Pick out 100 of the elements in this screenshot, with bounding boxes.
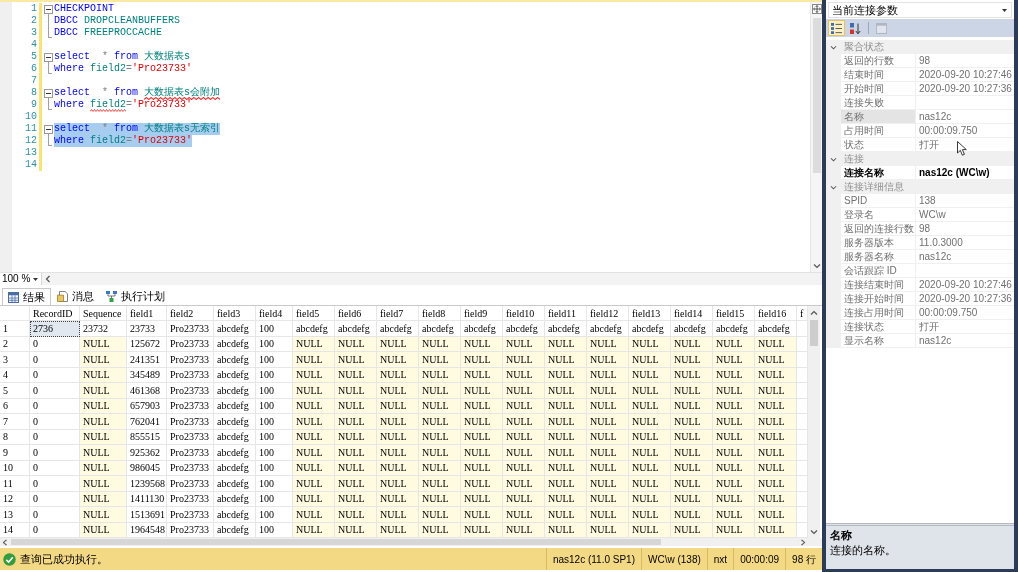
chevron-right-icon[interactable] — [800, 538, 806, 546]
table-cell: 762041 — [127, 414, 167, 430]
chevron-down-icon[interactable] — [812, 263, 821, 269]
table-cell: NULL — [587, 352, 629, 368]
zoom-dropdown[interactable]: 100 % — [0, 273, 42, 285]
property-name[interactable]: 结束时间 — [841, 68, 915, 81]
caret-down-icon — [33, 277, 38, 281]
table-cell: 925362 — [127, 445, 167, 461]
column-header[interactable]: field12 — [587, 306, 629, 321]
column-header[interactable]: field15 — [713, 306, 755, 321]
property-name[interactable]: 连接结束时间 — [841, 278, 915, 291]
column-header[interactable]: field3 — [214, 306, 256, 321]
collapse-icon[interactable] — [44, 124, 53, 134]
property-name[interactable]: 连接开始时间 — [841, 292, 915, 305]
column-header[interactable]: RecordID — [30, 306, 80, 321]
line-number: 14 — [24, 159, 37, 171]
property-name[interactable]: 服务器名称 — [841, 250, 915, 263]
results-tab[interactable]: 消息 — [51, 288, 100, 305]
property-name[interactable]: 连接名称 — [841, 166, 915, 179]
property-name[interactable]: 会话跟踪 ID — [841, 264, 915, 277]
table-cell: 100 — [256, 476, 293, 492]
table-cell: 100 — [256, 414, 293, 430]
sort-button[interactable] — [847, 20, 864, 36]
column-header[interactable]: f — [797, 306, 808, 321]
chevron-up-icon[interactable] — [810, 310, 818, 316]
column-header[interactable]: Sequence — [80, 306, 127, 321]
table-cell: NULL — [293, 414, 335, 430]
table-cell: abcdefg — [214, 476, 256, 492]
column-header[interactable]: field13 — [629, 306, 671, 321]
column-header[interactable]: field5 — [293, 306, 335, 321]
value-field[interactable] — [915, 96, 1014, 109]
collapse-icon[interactable] — [44, 88, 53, 98]
table-cell: Pro23733 — [167, 321, 214, 337]
description-title: 名称 — [830, 528, 853, 543]
property-name[interactable]: 占用时间 — [841, 124, 915, 137]
value-field[interactable] — [915, 264, 1014, 277]
chevron-left-icon[interactable] — [45, 275, 51, 283]
status-segment: WC\w (138) — [641, 548, 707, 570]
table-cell: 100 — [256, 507, 293, 523]
property-name[interactable]: 登录名 — [841, 208, 915, 221]
column-header[interactable]: field7 — [377, 306, 419, 321]
row-number: 7 — [0, 414, 30, 430]
column-header[interactable]: field10 — [503, 306, 545, 321]
table-cell: Pro23733 — [167, 352, 214, 368]
property-name[interactable]: 状态 — [841, 138, 915, 151]
scrollbar-thumb[interactable] — [812, 18, 821, 173]
code-line: where field2='Pro23733' — [54, 63, 193, 75]
table-cell: Pro23733 — [167, 507, 214, 523]
property-name[interactable]: 连接占用时间 — [841, 306, 915, 319]
chevron-down-icon[interactable] — [830, 44, 837, 50]
property-name[interactable]: 名称 — [841, 110, 915, 123]
table-cell: NULL — [377, 383, 419, 399]
scrollbar-thumb[interactable] — [11, 539, 661, 545]
line-number: 13 — [24, 147, 37, 159]
table-cell: NULL — [419, 445, 461, 461]
column-header[interactable]: field6 — [335, 306, 377, 321]
column-header[interactable]: field4 — [256, 306, 293, 321]
property-name[interactable]: 返回的行数 — [841, 54, 915, 67]
categorized-button[interactable] — [828, 20, 845, 36]
property-name[interactable]: 连接失败 — [841, 96, 915, 109]
chevron-left-icon[interactable] — [2, 538, 8, 546]
property-name[interactable]: 连接状态 — [841, 320, 915, 333]
connection-dropdown[interactable]: 当前连接参数 — [828, 2, 1012, 18]
results-tab[interactable]: 执行计划 — [100, 288, 171, 305]
property-name[interactable]: SPID — [841, 194, 915, 207]
table-cell: 0 — [30, 445, 80, 461]
column-header[interactable]: field16 — [755, 306, 797, 321]
table-cell: NULL — [629, 383, 671, 399]
column-header[interactable]: field14 — [671, 306, 713, 321]
property-name[interactable]: 显示名称 — [841, 334, 915, 347]
column-header[interactable]: field11 — [545, 306, 587, 321]
table-cell: abcdefg — [713, 321, 755, 337]
column-header[interactable]: field1 — [127, 306, 167, 321]
chevron-down-icon[interactable] — [830, 184, 837, 190]
line-number: 4 — [30, 39, 37, 51]
table-cell: abcdefg — [503, 321, 545, 337]
table-cell: NULL — [80, 414, 127, 430]
property-name[interactable]: 服务器版本 — [841, 236, 915, 249]
four-way-arrow-icon[interactable] — [811, 4, 822, 14]
chevron-down-icon[interactable] — [810, 529, 818, 535]
table-cell: NULL — [587, 476, 629, 492]
table-cell: 100 — [256, 321, 293, 337]
chevron-down-icon[interactable] — [830, 156, 837, 162]
table-cell: NULL — [419, 476, 461, 492]
results-tab[interactable]: 结果 — [2, 288, 51, 305]
property-name[interactable]: 返回的连接行数 — [841, 222, 915, 235]
table-cell: NULL — [335, 352, 377, 368]
scrollbar-thumb[interactable] — [810, 320, 818, 346]
table-cell: NULL — [545, 414, 587, 430]
table-cell: abcdefg — [214, 321, 256, 337]
table-cell: NULL — [419, 414, 461, 430]
column-header[interactable]: field9 — [461, 306, 503, 321]
property-name[interactable]: 开始时间 — [841, 82, 915, 95]
collapse-icon[interactable] — [44, 4, 53, 14]
collapse-icon[interactable] — [44, 52, 53, 62]
column-header[interactable]: field8 — [419, 306, 461, 321]
table-cell: NULL — [629, 352, 671, 368]
column-header[interactable]: field2 — [167, 306, 214, 321]
table-cell: Pro23733 — [167, 445, 214, 461]
table-cell: 0 — [30, 383, 80, 399]
